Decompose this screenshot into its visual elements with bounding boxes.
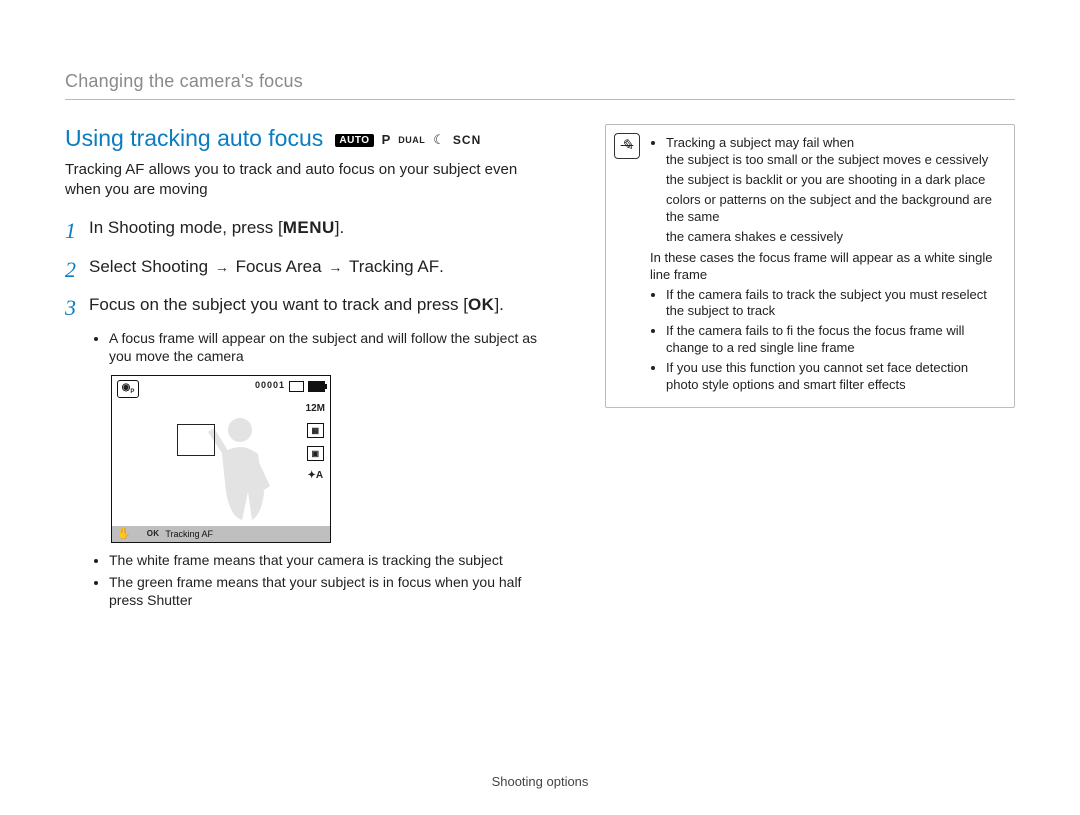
section-heading-row: Using tracking auto focus AUTO P DUAL ☾ … [65,124,555,154]
note-reason: the camera shakes e cessively [666,229,1000,246]
note-box: ✎ Tracking a subject may fail when the s… [605,124,1015,407]
section-title: Using tracking auto focus [65,125,323,151]
step-text: In Shooting mode, press [ [89,218,283,237]
dual-badge: DUAL [398,135,425,147]
step-body: Select Shooting → Focus Area → Tracking … [89,256,444,285]
tracking-af-label: Tracking AF [165,529,213,541]
menu-keycap: MENU [283,218,335,237]
focus-frame [177,424,215,456]
left-column: Using tracking auto focus AUTO P DUAL ☾ … [65,124,555,619]
intro-text: Tracking AF allows you to track and auto… [65,160,555,199]
step-text: ]. [335,218,344,237]
arrow-icon: → [328,259,342,275]
note-item: If you use this function you cannot set … [666,360,1000,394]
note-icon: ✎ [614,133,640,159]
note-reason: the subject is too small or the subject … [666,152,1000,169]
two-column-layout: Using tracking auto focus AUTO P DUAL ☾ … [65,124,1015,619]
hand-icon: ✋ [117,527,131,541]
note-item: If the camera fails to track the subject… [666,287,1000,321]
ok-label: OK [147,529,160,539]
scn-badge: SCN [453,133,481,149]
arrow-icon: → [215,259,229,275]
note-after: In these cases the focus frame will appe… [650,250,1000,284]
step-2: 2 Select Shooting → Focus Area → Trackin… [65,256,555,285]
step-body: In Shooting mode, press [MENU]. [89,217,344,246]
right-column: ✎ Tracking a subject may fail when the s… [605,124,1015,619]
lcd-bottom-bar: ✋ OK Tracking AF [112,526,330,542]
footer-section-label: Shooting options [0,774,1080,791]
breadcrumb: Changing the camera's focus [65,70,1015,93]
note-list: Tracking a subject may fail when the sub… [650,135,1000,393]
step-number: 2 [65,256,89,285]
note-reason: the subject is backlit or you are shooti… [666,172,1000,189]
step-number: 3 [65,294,89,323]
lcd-illustration-wrap: ◉P 00001 12M ▦ ▣ ✦A [111,375,555,543]
ok-keycap: OK [468,295,495,314]
step-3: 3 Focus on the subject you want to track… [65,294,555,609]
battery-icon [308,381,325,392]
note-item: Tracking a subject may fail when the sub… [666,135,1000,283]
note-lead: Tracking a subject may fail when [666,135,854,150]
step-1: 1 In Shooting mode, press [MENU]. [65,217,555,246]
note-item: If the camera fails to fi the focus the … [666,323,1000,357]
resolution-label: 12M [306,402,325,415]
note-reason-list: the subject is too small or the subject … [666,152,1000,245]
note-reason: colors or patterns on the subject and th… [666,192,1000,226]
step-sub-list: A focus frame will appear on the subject… [89,329,555,365]
step-text: ]. [494,295,503,314]
card-icon [289,381,304,392]
step-sub-item: The white frame means that your camera i… [109,551,555,569]
step-body: Focus on the subject you want to track a… [89,294,504,323]
step-number: 1 [65,217,89,246]
flash-auto-icon: ✦A [307,469,323,482]
night-badge: ☾ [433,132,445,149]
divider [65,99,1015,100]
mode-badges: AUTO P DUAL ☾ SCN [335,132,481,149]
p-badge: P [382,132,391,149]
manual-page: Changing the camera's focus Using tracki… [0,0,1080,815]
lcd-side-icons: 12M ▦ ▣ ✦A [306,402,325,482]
step-text: Select [89,257,141,276]
grid-icon: ▦ [307,423,324,438]
shutter-bold: Shutter [147,592,192,608]
camera-mode-icon: ◉P [117,380,139,398]
lcd-screen: ◉P 00001 12M ▦ ▣ ✦A [111,375,331,543]
auto-badge: AUTO [335,134,373,147]
steps-list: 1 In Shooting mode, press [MENU]. 2 Sele… [65,217,555,609]
menu-path-item: Shooting [141,257,208,276]
target-icon: ▣ [307,446,324,461]
step-sub-list-2: The white frame means that your camera i… [89,551,555,609]
menu-path-item: Focus Area [236,257,322,276]
menu-path-item: Tracking AF [349,257,439,276]
lcd-top-status: 00001 [255,380,325,392]
step-sub-item: The green frame means that your subject … [109,573,555,609]
step-text: . [439,257,444,276]
subject-silhouette [202,414,292,522]
shot-counter: 00001 [255,380,285,392]
step-sub-item: A focus frame will appear on the subject… [109,329,555,365]
step-text: Focus on the subject you want to track a… [89,295,468,314]
